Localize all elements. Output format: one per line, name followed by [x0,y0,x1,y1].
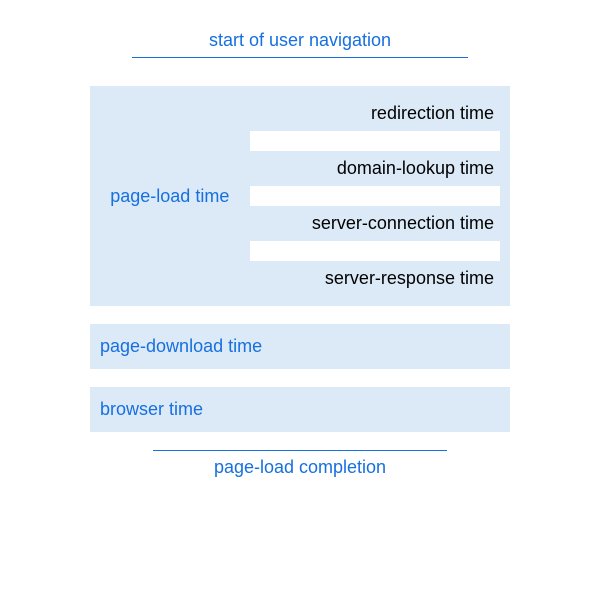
phase-redirection: redirection time [250,98,500,129]
phase-domain-lookup: domain-lookup time [250,153,500,184]
diagram-header: start of user navigation [90,30,510,58]
page-load-phases: redirection time domain-lookup time serv… [250,86,510,306]
page-load-label: page-load time [90,86,250,306]
page-download-block: page-download time [90,324,510,369]
phase-gap [250,241,500,261]
phase-gap [250,131,500,151]
diagram-footer: page-load completion [90,450,510,478]
header-rule [132,57,468,58]
phase-server-connection: server-connection time [250,208,500,239]
browser-block: browser time [90,387,510,432]
phase-gap [250,186,500,206]
footer-text: page-load completion [90,457,510,478]
phase-server-response: server-response time [250,263,500,294]
page-load-block: page-load time redirection time domain-l… [90,86,510,306]
footer-rule [153,450,447,451]
header-text: start of user navigation [90,30,510,51]
